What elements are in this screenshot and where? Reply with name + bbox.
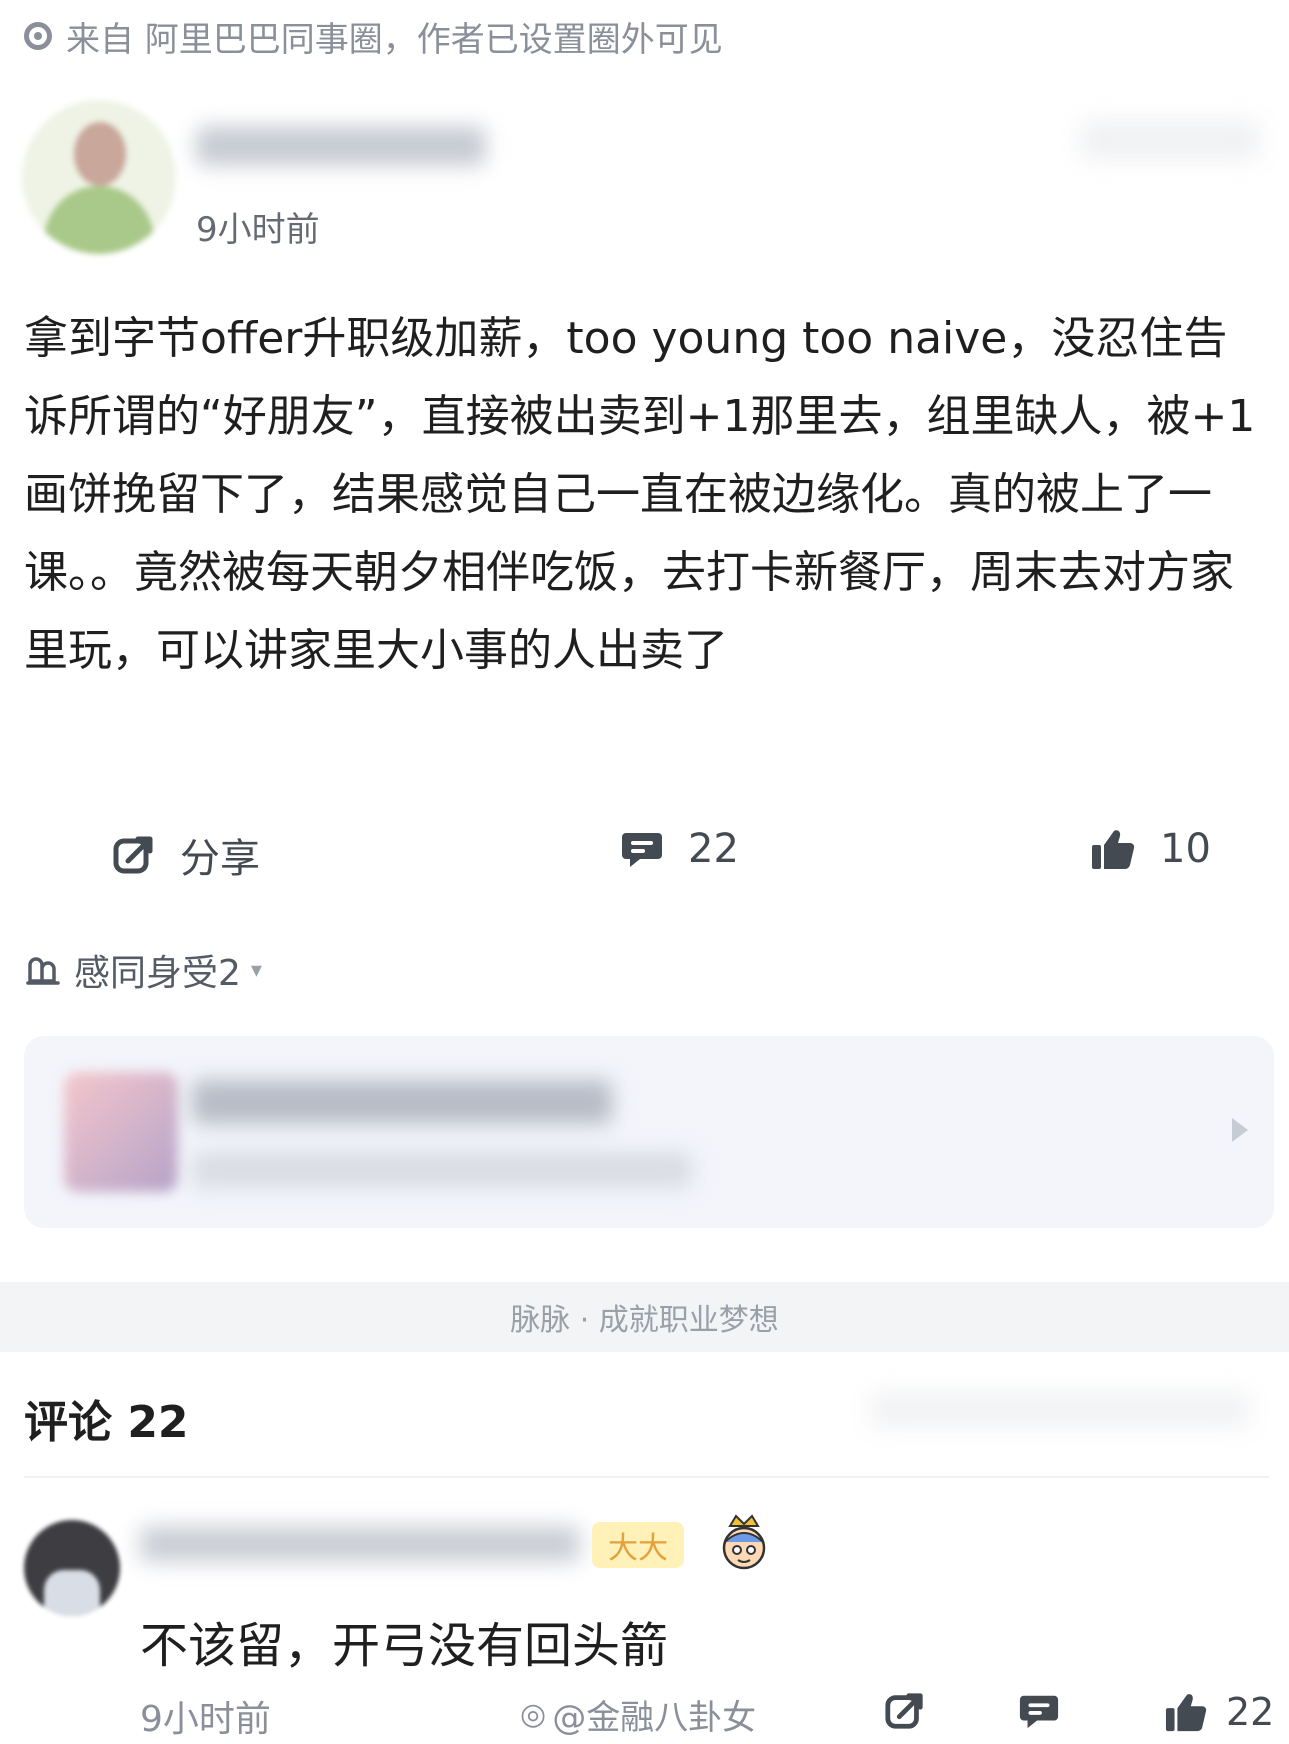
comment-text: 不该留，开弓没有回头箭 xyxy=(140,1618,669,1674)
source-bar: 来自 阿里巴巴同事圈，作者已设置圈外可见 xyxy=(24,12,723,60)
author-avatar[interactable] xyxy=(22,100,176,254)
linked-card[interactable] xyxy=(24,1036,1274,1228)
comment-icon xyxy=(620,827,664,871)
share-button[interactable]: 分享 xyxy=(112,826,260,884)
chevron-right-icon xyxy=(1232,1118,1248,1142)
commenter-badge: 大大 xyxy=(592,1522,684,1568)
divider xyxy=(24,1476,1269,1478)
reaction-summary[interactable]: 感同身受2 ▾ xyxy=(24,944,262,996)
card-title-blurred xyxy=(192,1080,612,1124)
sort-area-blurred xyxy=(870,1392,1250,1428)
comment-like-count: 22 xyxy=(1226,1690,1275,1734)
comment-button[interactable]: 22 xyxy=(620,826,739,872)
like-button[interactable]: 10 xyxy=(1090,826,1211,872)
follow-area-blurred xyxy=(1080,120,1260,160)
app-slogan-banner: 脉脉 · 成就职业梦想 xyxy=(0,1282,1289,1352)
weibo-icon: ◎ xyxy=(520,1697,547,1732)
thumbs-up-icon xyxy=(1090,827,1136,871)
card-thumbnail xyxy=(64,1072,178,1192)
comment-like-button[interactable]: 22 xyxy=(1164,1690,1274,1734)
comment-reply-button[interactable] xyxy=(1018,1690,1084,1732)
thumbs-up-icon xyxy=(1164,1691,1208,1733)
post-time: 9小时前 xyxy=(196,210,320,250)
circle-dot-icon xyxy=(24,22,52,50)
comment-icon xyxy=(1018,1690,1060,1732)
comment-share-button[interactable] xyxy=(884,1690,950,1732)
share-icon xyxy=(112,833,156,877)
mascot-badge-icon xyxy=(716,1512,772,1572)
reaction-label: 感同身受2 xyxy=(74,953,241,994)
chevron-down-icon: ▾ xyxy=(250,957,262,983)
commenter-avatar[interactable] xyxy=(24,1520,120,1616)
comment-time: 9小时前 xyxy=(140,1699,271,1740)
author-name-blurred[interactable] xyxy=(196,126,486,166)
watermark-text: @金融八卦女 xyxy=(552,1698,757,1738)
heart-hands-icon xyxy=(24,951,62,989)
commenter-name-blurred[interactable] xyxy=(140,1526,580,1562)
comment-count: 22 xyxy=(688,826,739,872)
like-count: 10 xyxy=(1160,826,1211,872)
comments-title: 评论 22 xyxy=(24,1397,189,1448)
watermark: ◎ @金融八卦女 xyxy=(520,1690,756,1739)
source-text: 来自 阿里巴巴同事圈，作者已设置圈外可见 xyxy=(66,19,723,60)
share-icon xyxy=(884,1690,926,1732)
share-label: 分享 xyxy=(180,836,260,882)
card-subtitle-blurred xyxy=(192,1152,692,1188)
post-body: 拿到字节offer升职级加薪，too young too naive，没忍住告诉… xyxy=(24,313,1256,676)
